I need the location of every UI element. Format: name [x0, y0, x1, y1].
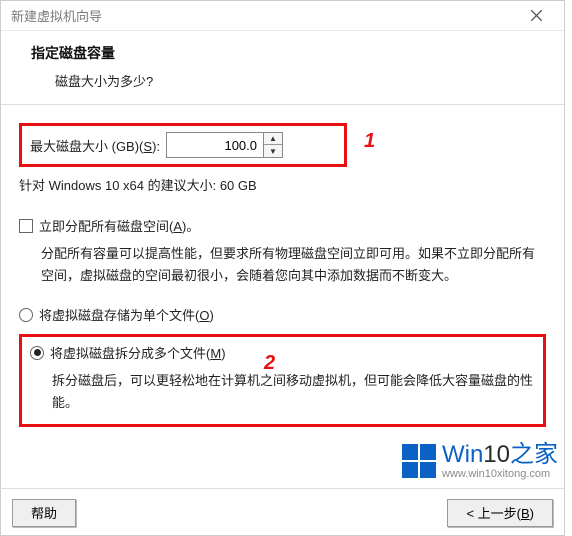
- recommended-size-label: 针对 Windows 10 x64 的建议大小: 60 GB: [19, 175, 546, 194]
- logo-text: Win10之家 www.win10xitong.com: [442, 442, 558, 480]
- content-area: 最大磁盘大小 (GB)(S): ▲ ▼ 针对 Windows 10 x64 的建…: [1, 105, 564, 437]
- windows-icon: [402, 444, 436, 478]
- disk-size-spinner[interactable]: ▲ ▼: [166, 132, 283, 158]
- titlebar: 新建虚拟机向导: [1, 1, 564, 31]
- page-title: 指定磁盘容量: [31, 43, 540, 63]
- page-subtitle: 磁盘大小为多少?: [31, 71, 540, 90]
- spinner-buttons: ▲ ▼: [263, 133, 282, 157]
- annotation-2: 2: [264, 352, 275, 375]
- allocate-now-checkbox[interactable]: [19, 219, 33, 233]
- disk-size-input[interactable]: [167, 133, 263, 157]
- allocate-now-desc: 分配所有容量可以提高性能，但要求所有物理磁盘空间立即可用。如果不立即分配所有空间…: [19, 243, 546, 287]
- spinner-up-button[interactable]: ▲: [264, 133, 282, 145]
- disk-size-row: 最大磁盘大小 (GB)(S): ▲ ▼: [19, 123, 347, 167]
- close-button[interactable]: [516, 2, 556, 30]
- store-single-label: 将虚拟磁盘存储为单个文件(O): [39, 305, 214, 324]
- footer: 帮助 < 上一步(B): [0, 488, 565, 536]
- split-multiple-desc: 拆分磁盘后，可以更轻松地在计算机之间移动虚拟机，但可能会降低大容量磁盘的性能。: [30, 370, 535, 414]
- wizard-window: 新建虚拟机向导 指定磁盘容量 磁盘大小为多少? 最大磁盘大小 (GB)(S): …: [0, 0, 565, 536]
- split-multiple-label: 将虚拟磁盘拆分成多个文件(M): [50, 343, 226, 362]
- back-button[interactable]: < 上一步(B): [447, 499, 553, 527]
- watermark-logo: Win10之家 www.win10xitong.com: [402, 442, 558, 480]
- annotation-1: 1: [364, 130, 375, 153]
- wizard-header: 指定磁盘容量 磁盘大小为多少?: [1, 31, 564, 105]
- allocate-now-label: 立即分配所有磁盘空间(A)。: [39, 216, 199, 235]
- help-button[interactable]: 帮助: [12, 499, 76, 527]
- footer-right: < 上一步(B): [447, 499, 553, 527]
- spinner-down-button[interactable]: ▼: [264, 145, 282, 157]
- split-multiple-radio[interactable]: [30, 346, 44, 360]
- disk-size-label: 最大磁盘大小 (GB)(S):: [30, 136, 160, 155]
- window-title: 新建虚拟机向导: [11, 6, 102, 25]
- store-single-row[interactable]: 将虚拟磁盘存储为单个文件(O): [19, 305, 546, 324]
- split-multiple-block: 将虚拟磁盘拆分成多个文件(M) 拆分磁盘后，可以更轻松地在计算机之间移动虚拟机，…: [19, 334, 546, 427]
- store-single-radio[interactable]: [19, 308, 33, 322]
- close-icon: [531, 10, 542, 21]
- split-multiple-row[interactable]: 将虚拟磁盘拆分成多个文件(M): [30, 343, 535, 362]
- allocate-now-row[interactable]: 立即分配所有磁盘空间(A)。: [19, 216, 546, 235]
